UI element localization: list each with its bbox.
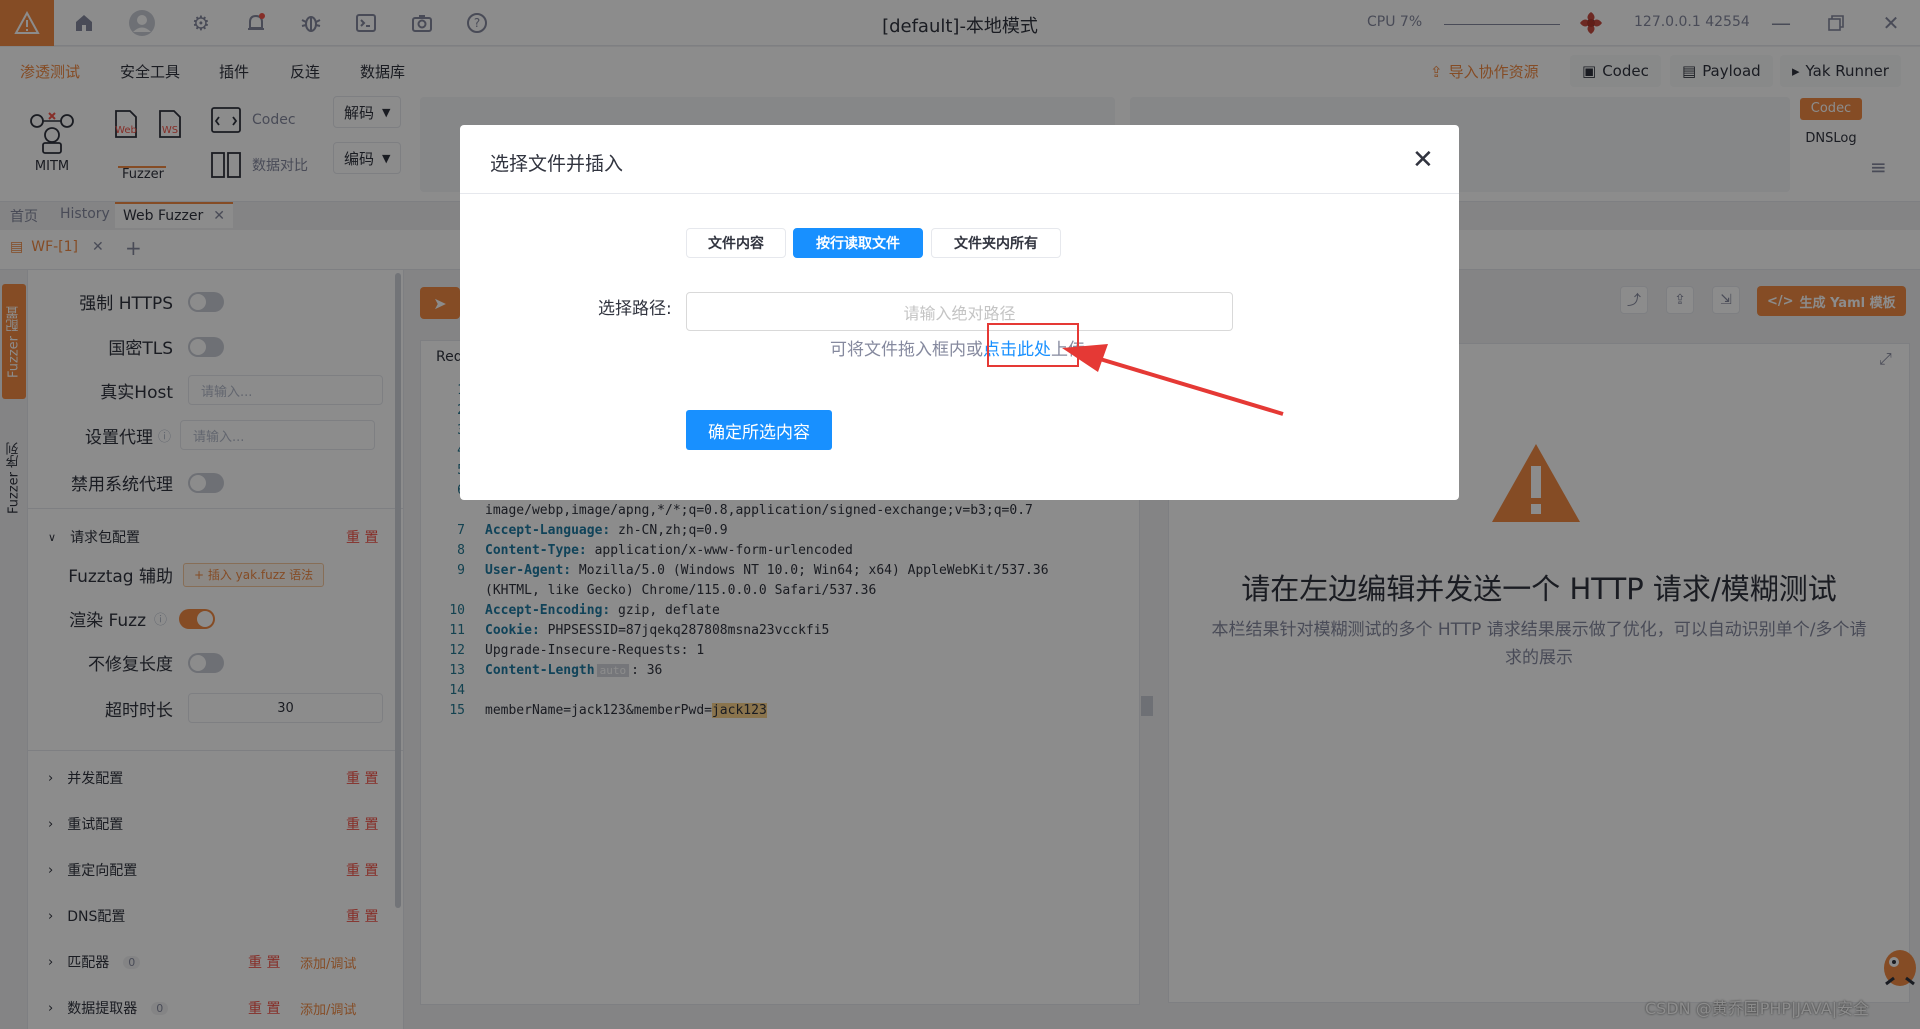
tab-read-by-line[interactable]: 按行读取文件	[793, 228, 923, 258]
modal-divider	[460, 193, 1459, 194]
confirm-button[interactable]: 确定所选内容	[686, 410, 832, 450]
close-icon[interactable]: ✕	[1412, 147, 1434, 173]
annotation-arrow	[1062, 344, 1284, 416]
tab-file-content[interactable]: 文件内容	[686, 228, 786, 258]
tab-folder-all[interactable]: 文件夹内所有	[931, 228, 1061, 258]
file-insert-modal: 选择文件并插入 ✕ 文件内容 按行读取文件 文件夹内所有 选择路径: 请输入绝对…	[460, 125, 1459, 500]
path-label: 选择路径:	[598, 299, 672, 319]
modal-title: 选择文件并插入	[490, 153, 624, 175]
path-input[interactable]: 请输入绝对路径	[686, 292, 1233, 331]
hint-text: 可将文件拖入框内或	[830, 340, 983, 360]
